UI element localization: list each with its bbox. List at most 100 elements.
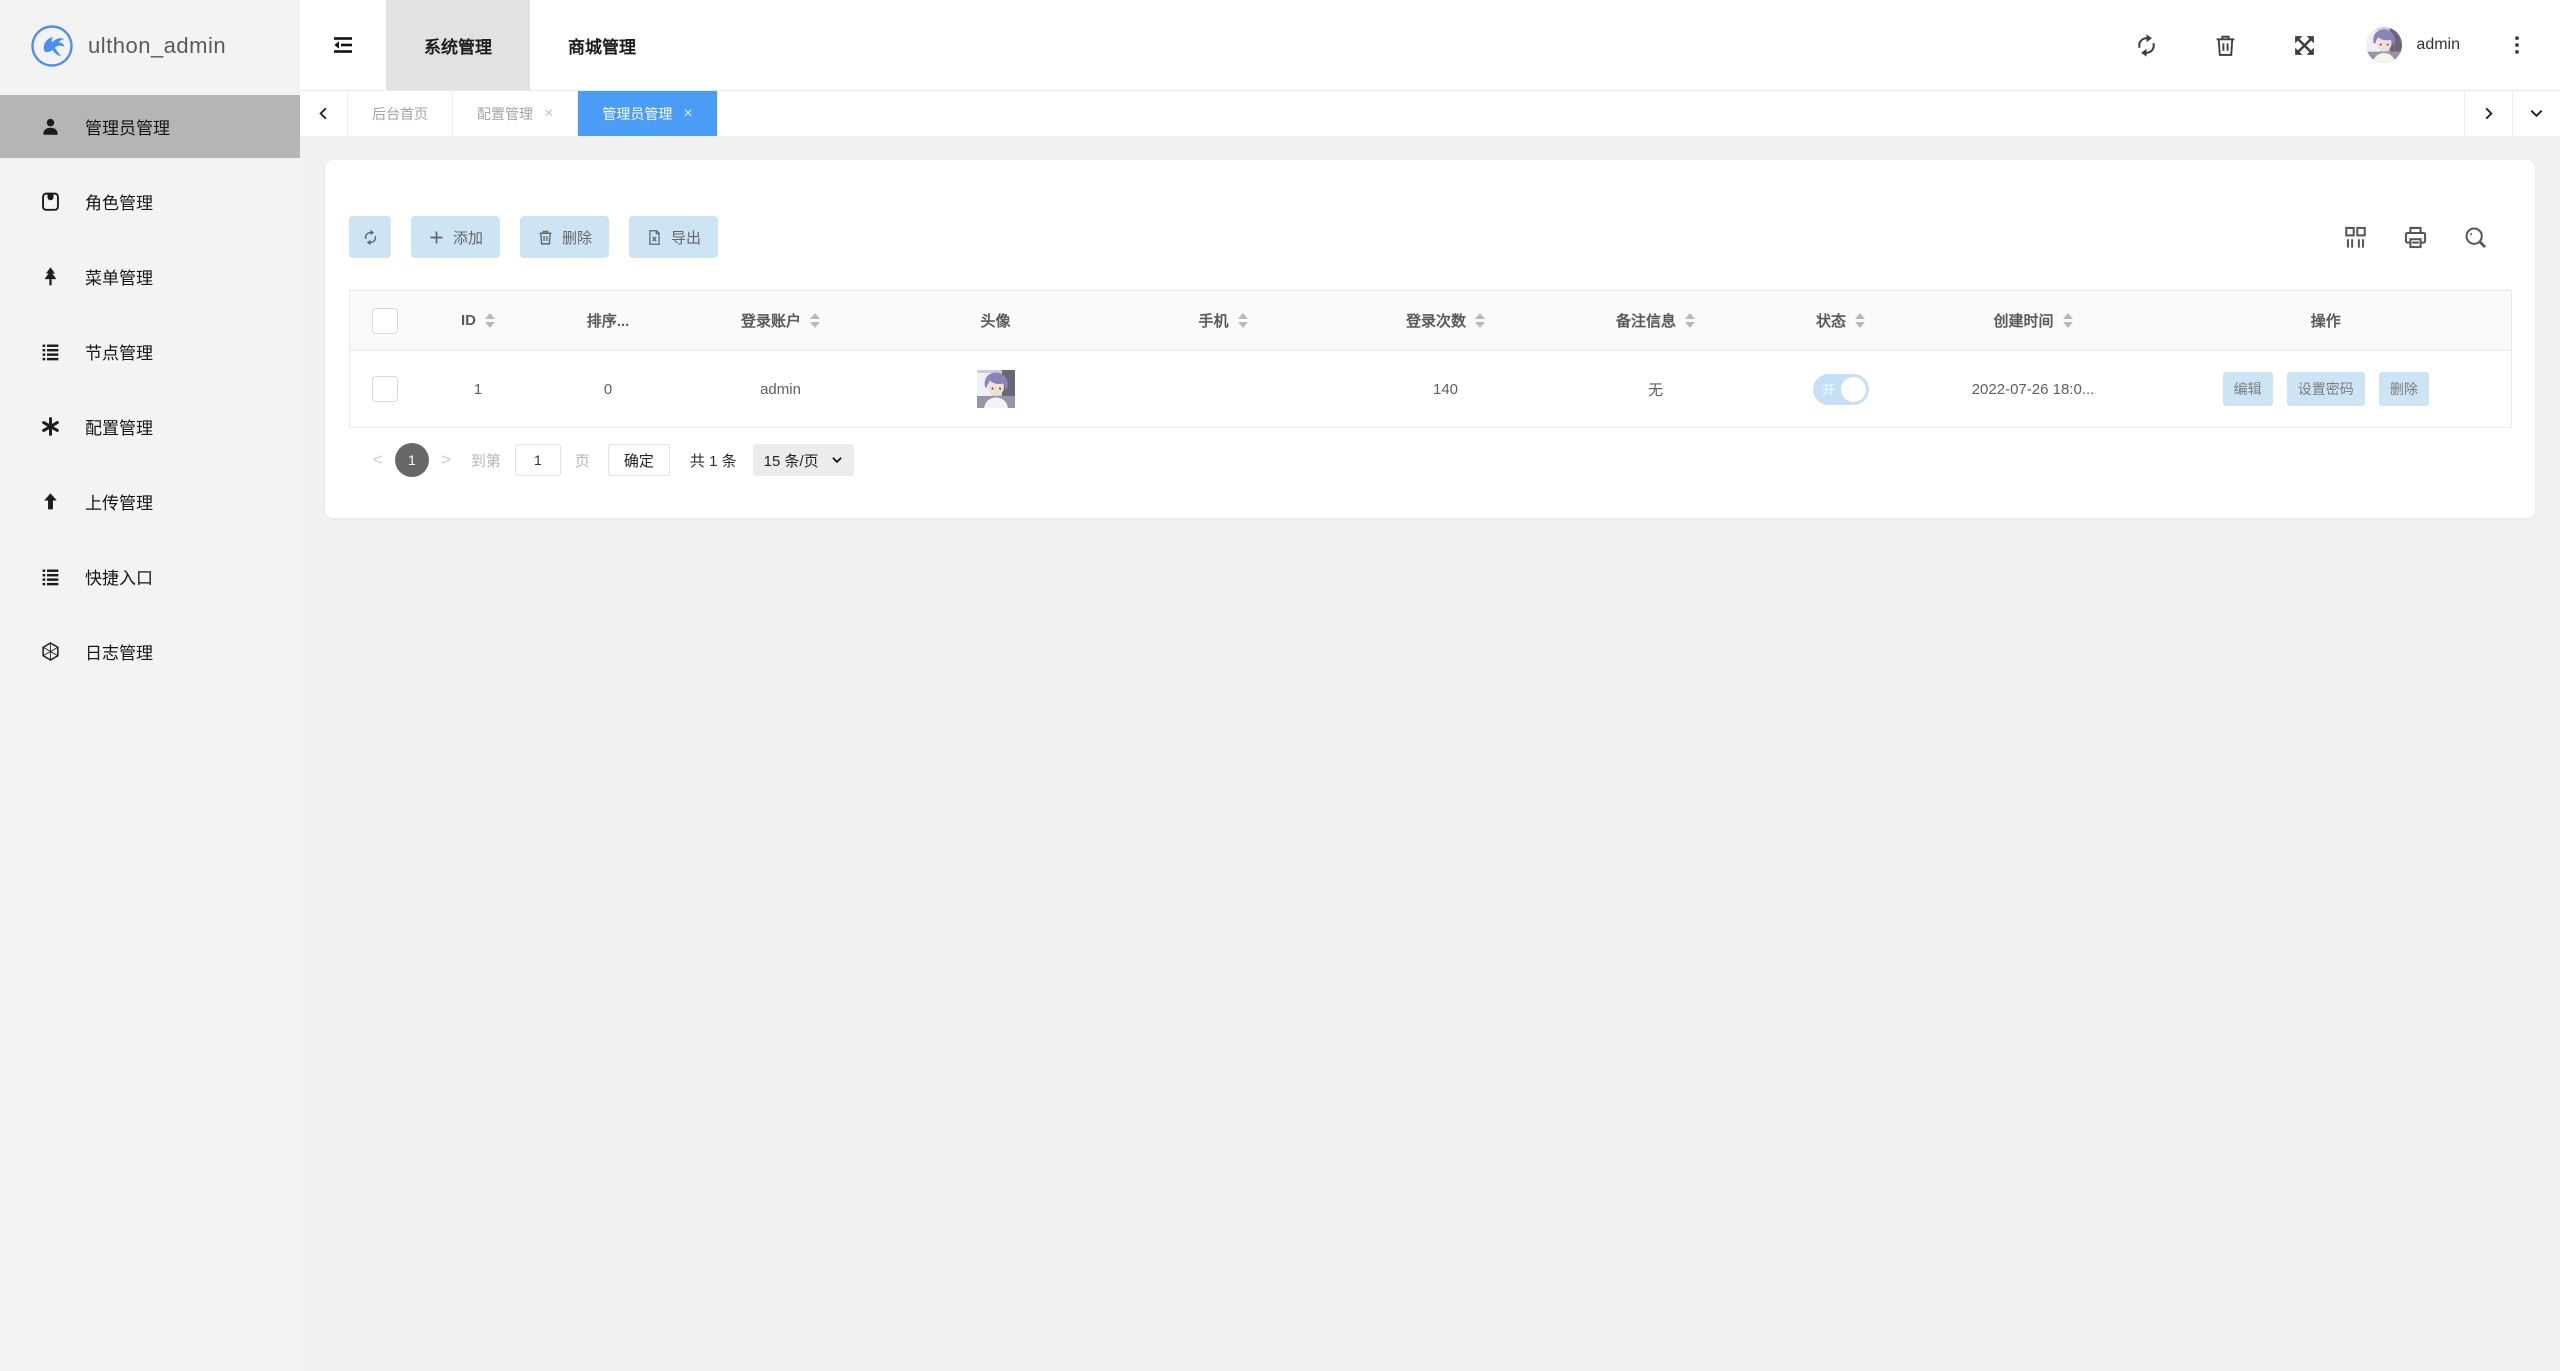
sidebar-item-label: 管理员管理: [85, 114, 170, 139]
sidebar-item-node-manage[interactable]: 节点管理: [0, 320, 300, 383]
sidebar-item-upload-manage[interactable]: 上传管理: [0, 470, 300, 533]
delete-button[interactable]: 删除: [520, 216, 609, 258]
column-header-remark[interactable]: 备注信息: [1556, 291, 1756, 351]
sidebar-item-label: 快捷入口: [85, 564, 153, 589]
header-actions: admin: [2107, 27, 2560, 63]
sort-icon[interactable]: [810, 313, 820, 328]
select-all-checkbox[interactable]: [372, 308, 398, 334]
table-card: 添加 删除 导出: [325, 160, 2535, 518]
trash-icon[interactable]: [2213, 33, 2238, 58]
sidebar-item-label: 节点管理: [85, 339, 153, 364]
page-tabbar: 后台首页 配置管理 × 管理员管理 ×: [300, 91, 2560, 136]
row-checkbox[interactable]: [372, 376, 398, 402]
edit-button[interactable]: 编辑: [2223, 372, 2273, 406]
fullscreen-icon[interactable]: [2292, 33, 2317, 58]
column-header-avatar: 头像: [881, 291, 1111, 351]
columns-filter-icon[interactable]: [2342, 224, 2369, 251]
cell-account: admin: [681, 351, 881, 428]
upload-icon: [40, 491, 61, 512]
export-file-icon: [646, 229, 663, 246]
trash-icon: [537, 229, 554, 246]
tabs-menu-button[interactable]: [2512, 91, 2560, 136]
collapse-sidebar-button[interactable]: [300, 0, 386, 90]
more-vertical-icon[interactable]: [2506, 33, 2528, 57]
export-button[interactable]: 导出: [629, 216, 718, 258]
sidebar-item-label: 角色管理: [85, 189, 153, 214]
column-header-id[interactable]: ID: [421, 291, 536, 351]
sort-icon[interactable]: [1855, 313, 1865, 328]
header-tab-system[interactable]: 系统管理: [386, 0, 530, 90]
sidebar-item-config-manage[interactable]: 配置管理: [0, 395, 300, 458]
tabs-scroll-right-button[interactable]: [2464, 91, 2512, 136]
sidebar-item-quick-entry[interactable]: 快捷入口: [0, 545, 300, 608]
chevron-right-icon: [2481, 106, 2496, 121]
column-header-login-count[interactable]: 登录次数: [1336, 291, 1556, 351]
main-content: 添加 删除 导出: [300, 136, 2560, 1371]
page-tab-config[interactable]: 配置管理 ×: [453, 91, 578, 136]
column-header-phone[interactable]: 手机: [1111, 291, 1336, 351]
search-icon[interactable]: [2462, 224, 2489, 251]
refresh-table-button[interactable]: [349, 216, 391, 258]
sidebar-item-admin-manage[interactable]: 管理员管理: [0, 95, 300, 158]
add-button[interactable]: 添加: [411, 216, 500, 258]
table-toolbar: 添加 删除 导出: [349, 216, 2511, 258]
total-count: 共 1 条: [690, 450, 737, 471]
top-header: 系统管理 商城管理 admin: [300, 0, 2560, 91]
asterisk-icon: [40, 416, 61, 437]
hexagon-icon: [40, 641, 61, 662]
confirm-page-button[interactable]: 确定: [608, 444, 670, 476]
table-header-row: ID 排序... 登录账户 头像 手机 登录次数 备注信息 状态 创建时间 操作: [350, 291, 2512, 351]
column-header-status[interactable]: 状态: [1756, 291, 1926, 351]
avatar-image: [2366, 27, 2402, 63]
user-avatar[interactable]: [2366, 27, 2402, 63]
sidebar-item-label: 配置管理: [85, 414, 153, 439]
next-page-button[interactable]: >: [429, 450, 463, 470]
sidebar-item-log-manage[interactable]: 日志管理: [0, 620, 300, 683]
sort-icon[interactable]: [2063, 313, 2073, 328]
prev-page-button[interactable]: <: [361, 450, 395, 470]
page-tab-admin[interactable]: 管理员管理 ×: [578, 91, 717, 136]
cell-remark: 无: [1556, 351, 1756, 428]
plus-icon: [428, 229, 445, 246]
column-header-account[interactable]: 登录账户: [681, 291, 881, 351]
cell-login-count: 140: [1336, 351, 1556, 428]
page-size-select[interactable]: 15 条/页: [753, 444, 854, 476]
logo-text: ulthon_admin: [88, 33, 226, 59]
column-header-created[interactable]: 创建时间: [1926, 291, 2141, 351]
cell-actions: 编辑 设置密码 删除: [2141, 351, 2512, 428]
username[interactable]: admin: [2416, 36, 2460, 54]
refresh-icon[interactable]: [2134, 33, 2159, 58]
sidebar-item-label: 菜单管理: [85, 264, 153, 289]
sort-icon[interactable]: [1238, 313, 1248, 328]
sidebar-item-role-manage[interactable]: 角色管理: [0, 170, 300, 233]
sidebar-item-menu-manage[interactable]: 菜单管理: [0, 245, 300, 308]
column-header-sort[interactable]: 排序...: [536, 291, 681, 351]
table-row: 1 0 admin: [350, 351, 2512, 428]
page-number-input[interactable]: [515, 444, 561, 476]
row-avatar-image[interactable]: [977, 370, 1015, 408]
goto-suffix: 页: [575, 450, 590, 471]
pagination: < 1 > 到第 页 确定 共 1 条 15 条/页: [349, 443, 2511, 477]
tabs-scroll-left-button[interactable]: [300, 91, 348, 136]
app-logo[interactable]: ulthon_admin: [0, 0, 300, 91]
cell-id: 1: [421, 351, 536, 428]
close-tab-icon[interactable]: ×: [683, 106, 692, 122]
row-delete-button[interactable]: 删除: [2379, 372, 2429, 406]
chevron-left-icon: [316, 106, 331, 121]
sort-icon[interactable]: [1475, 313, 1485, 328]
chevron-down-icon: [2529, 106, 2544, 121]
goto-prefix: 到第: [471, 450, 501, 471]
print-icon[interactable]: [2402, 224, 2429, 251]
page-tab-home[interactable]: 后台首页: [348, 91, 453, 136]
current-page-badge[interactable]: 1: [395, 443, 429, 477]
set-password-button[interactable]: 设置密码: [2287, 372, 2365, 406]
sort-icon[interactable]: [485, 313, 495, 328]
role-badge-icon: [40, 191, 61, 212]
tab-tools: [2464, 91, 2560, 136]
status-toggle[interactable]: 开: [1813, 374, 1869, 405]
header-tab-mall[interactable]: 商城管理: [530, 0, 674, 90]
sidebar: ulthon_admin 管理员管理 角色管理 菜单管理 节点管理 配置管理 上…: [0, 0, 300, 1371]
sidebar-menu: 管理员管理 角色管理 菜单管理 节点管理 配置管理 上传管理 快捷入口 日志管: [0, 91, 300, 683]
close-tab-icon[interactable]: ×: [544, 106, 553, 122]
sort-icon[interactable]: [1685, 313, 1695, 328]
